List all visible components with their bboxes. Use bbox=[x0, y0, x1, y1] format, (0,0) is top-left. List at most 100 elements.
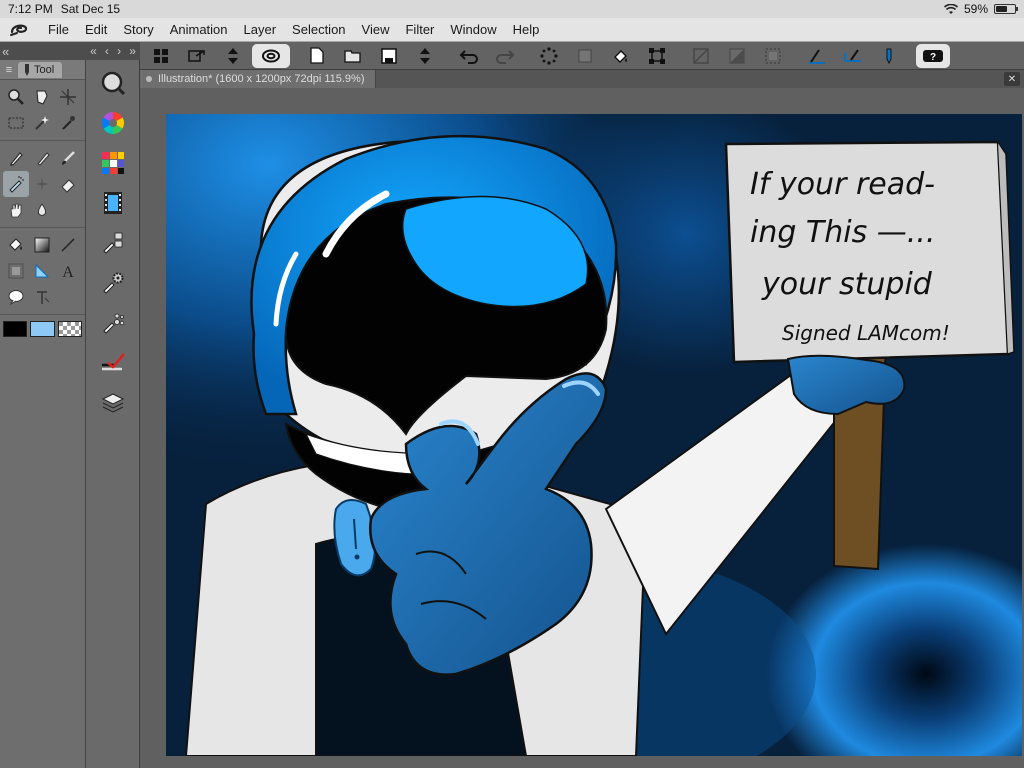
save-button[interactable] bbox=[372, 44, 406, 68]
clear-button[interactable] bbox=[684, 44, 718, 68]
frame-border-tool[interactable] bbox=[3, 258, 29, 284]
palette-menu-icon[interactable]: ≡ bbox=[0, 64, 18, 76]
save-icon bbox=[381, 47, 397, 64]
color-wheel-button[interactable] bbox=[98, 108, 128, 138]
sub-tool-button[interactable] bbox=[98, 228, 128, 258]
menu-window[interactable]: Window bbox=[442, 22, 504, 37]
command-bar: ? bbox=[140, 42, 1024, 70]
select-all-button[interactable] bbox=[756, 44, 790, 68]
free-transform-icon bbox=[649, 47, 665, 64]
grid-button[interactable] bbox=[144, 44, 178, 68]
grid-snap-button[interactable] bbox=[872, 44, 906, 68]
eyedropper-tool[interactable] bbox=[55, 110, 81, 136]
color-set-button[interactable] bbox=[98, 148, 128, 178]
paint-bucket-icon bbox=[9, 238, 22, 251]
correct-line-tool[interactable] bbox=[29, 284, 55, 310]
menu-file[interactable]: File bbox=[40, 22, 77, 37]
pen-icon bbox=[886, 48, 892, 64]
ruler-snap-button[interactable] bbox=[800, 44, 834, 68]
move-layer-tool[interactable] bbox=[55, 84, 81, 110]
collapse-left-icon[interactable]: « bbox=[2, 44, 9, 59]
operation-tool[interactable] bbox=[29, 84, 55, 110]
timeline-button[interactable] bbox=[98, 188, 128, 218]
menu-help[interactable]: Help bbox=[505, 22, 548, 37]
up-down-arrows-button[interactable] bbox=[408, 44, 442, 68]
battery-fill bbox=[996, 6, 1007, 12]
auto-select-tool[interactable] bbox=[29, 110, 55, 136]
zoom-tool[interactable] bbox=[3, 84, 29, 110]
menu-edit[interactable]: Edit bbox=[77, 22, 115, 37]
color-swatches bbox=[0, 315, 85, 343]
redo-button[interactable] bbox=[488, 44, 522, 68]
app-logo-icon[interactable] bbox=[0, 23, 40, 37]
film-strip-icon bbox=[103, 192, 122, 214]
layer-property-button[interactable] bbox=[98, 348, 128, 378]
open-button[interactable] bbox=[336, 44, 370, 68]
transform-button[interactable] bbox=[568, 44, 602, 68]
brush-size-button[interactable] bbox=[98, 308, 128, 338]
selection-button[interactable] bbox=[532, 44, 566, 68]
export-button[interactable] bbox=[180, 44, 214, 68]
fill-tool[interactable] bbox=[3, 232, 29, 258]
text-icon: A bbox=[62, 264, 74, 280]
free-transform-button[interactable] bbox=[640, 44, 674, 68]
pencil-icon bbox=[37, 152, 50, 166]
eraser-tool[interactable] bbox=[55, 171, 81, 197]
close-icon[interactable]: ✕ bbox=[1004, 72, 1020, 86]
battery-icon bbox=[994, 4, 1018, 14]
balloon-tool[interactable] bbox=[3, 284, 29, 310]
brush-tool[interactable] bbox=[55, 145, 81, 171]
fill-drop-tool[interactable] bbox=[29, 197, 55, 223]
layer-button[interactable] bbox=[98, 388, 128, 418]
help-icon: ? bbox=[923, 49, 943, 63]
tool-palette: ≡ Tool A bbox=[0, 60, 86, 768]
new-page-button[interactable] bbox=[300, 44, 334, 68]
document-tab[interactable]: Illustration* (1600 x 1200px 72dpi 115.9… bbox=[140, 70, 376, 88]
main-color-swatch[interactable] bbox=[3, 321, 28, 337]
pencil-tool[interactable] bbox=[29, 145, 55, 171]
menu-view[interactable]: View bbox=[354, 22, 398, 37]
fill-icon bbox=[614, 49, 627, 63]
gradient-tool[interactable] bbox=[29, 232, 55, 258]
navigator-icon bbox=[101, 71, 125, 96]
menu-layer[interactable]: Layer bbox=[236, 22, 285, 37]
decoration-tool[interactable] bbox=[29, 171, 55, 197]
brush-icon bbox=[62, 151, 75, 165]
help-button[interactable]: ? bbox=[916, 43, 950, 68]
special-ruler-snap-button[interactable] bbox=[836, 44, 870, 68]
airbrush-tool[interactable] bbox=[3, 171, 29, 197]
canvas[interactable]: If your read- ing This —... your stupid … bbox=[166, 114, 1022, 756]
pen-tool[interactable] bbox=[3, 145, 29, 171]
move-icon bbox=[60, 89, 76, 105]
tool-property-button[interactable] bbox=[98, 268, 128, 298]
chevron-left-icon[interactable]: ‹ bbox=[105, 44, 109, 58]
redo-icon bbox=[496, 49, 515, 64]
fill-button[interactable] bbox=[604, 44, 638, 68]
menu-animation[interactable]: Animation bbox=[162, 22, 236, 37]
sub-palette-header: « ‹ › » bbox=[86, 42, 140, 60]
up-down-arrows-button[interactable] bbox=[216, 44, 250, 68]
figure-tool[interactable] bbox=[55, 232, 81, 258]
tool-group-drawing bbox=[0, 141, 85, 228]
selection-icon bbox=[540, 46, 558, 65]
undo-button[interactable] bbox=[452, 44, 486, 68]
chevron-right-icon[interactable]: › bbox=[117, 44, 121, 58]
transparent-color-swatch[interactable] bbox=[57, 321, 82, 337]
menu-filter[interactable]: Filter bbox=[397, 22, 442, 37]
tool-tab[interactable]: Tool bbox=[18, 61, 63, 78]
sub-color-swatch[interactable] bbox=[30, 321, 55, 337]
text-tool[interactable]: A bbox=[55, 258, 81, 284]
ruler-tool[interactable] bbox=[29, 258, 55, 284]
brush-settings-button[interactable] bbox=[252, 43, 290, 68]
collapse-left-icon[interactable]: « bbox=[90, 44, 97, 58]
marquee-tool[interactable] bbox=[3, 110, 29, 136]
navigator-button[interactable] bbox=[98, 68, 128, 98]
expand-right-icon[interactable]: » bbox=[129, 44, 136, 58]
blend-tool[interactable] bbox=[3, 197, 29, 223]
eyedropper-icon bbox=[62, 116, 75, 130]
layers-icon bbox=[101, 393, 124, 413]
menu-selection[interactable]: Selection bbox=[284, 22, 353, 37]
menu-story[interactable]: Story bbox=[115, 22, 161, 37]
gear-icon bbox=[102, 272, 123, 294]
tone-button[interactable] bbox=[720, 44, 754, 68]
